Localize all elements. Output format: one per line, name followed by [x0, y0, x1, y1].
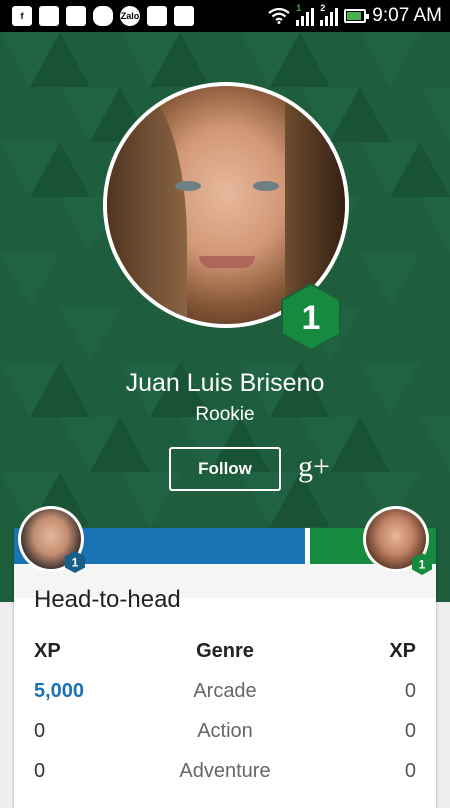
svg-text:1: 1 [72, 556, 79, 570]
card-title: Head-to-head [34, 586, 181, 613]
notification-icons: f Zalo [12, 6, 194, 26]
status-bar: f Zalo 1 2 9:07 AM [0, 0, 450, 32]
google-plus-icon[interactable]: g+ [298, 450, 330, 484]
zalo-icon: Zalo [120, 6, 140, 26]
row-action-right-xp: 0 [404, 720, 416, 742]
level-badge: 1 [281, 282, 341, 352]
row-adventure-genre: Adventure [179, 760, 271, 782]
wifi-icon [268, 8, 290, 24]
follow-button[interactable]: Follow [169, 447, 281, 491]
gamepad-icon [93, 6, 113, 26]
signal-sim1-icon: 1 [296, 3, 315, 26]
profile-rank: Rookie [195, 404, 255, 425]
facebook-icon: f [12, 6, 32, 26]
clock: 9:07 AM [372, 5, 442, 26]
row-arcade-genre: Arcade [193, 680, 257, 702]
opponent-level-badge: 1 [412, 553, 432, 575]
battery-icon [344, 9, 370, 23]
profile-name: Juan Luis Briseno [125, 369, 325, 397]
row-adventure-right-xp: 0 [404, 760, 416, 782]
opponent-avatar[interactable]: 1 [363, 506, 432, 575]
svg-text:1: 1 [419, 558, 426, 572]
briefcase-check-icon [147, 6, 167, 26]
sd-card-icon [39, 6, 59, 26]
row-arcade-right-xp: 0 [404, 680, 416, 702]
sim1-label: 1 [296, 3, 302, 13]
player-level-badge: 1 [65, 551, 85, 573]
row-action-genre: Action [197, 720, 253, 742]
briefcase-upload-icon [174, 6, 194, 26]
level-number: 1 [302, 299, 321, 337]
gallery-icon [66, 6, 86, 26]
sim2-label: 2 [320, 3, 326, 13]
right-xp-header: XP [389, 640, 416, 662]
player-avatar[interactable]: 1 [18, 506, 85, 573]
signal-sim2-icon: 2 [320, 3, 339, 26]
genre-header: Genre [196, 640, 254, 662]
